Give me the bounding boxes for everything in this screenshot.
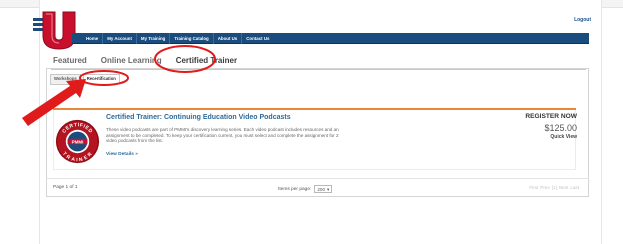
items-per-page-label: Items per page: (278, 186, 312, 192)
subtab-recertification[interactable]: Recertification (82, 74, 120, 85)
quick-view-link[interactable]: Quick View (550, 134, 577, 140)
main-navbar: Home My Account My Training Training Cat… (72, 33, 589, 44)
subtab-workshops[interactable]: Workshops (50, 74, 81, 85)
main-tabs: Featured Online Learning Certified Train… (53, 56, 237, 65)
items-per-page-value: 200 (317, 186, 326, 192)
register-now-button[interactable]: REGISTER NOW (525, 113, 577, 120)
tab-featured[interactable]: Featured (53, 56, 87, 65)
site-logo[interactable] (33, 10, 77, 50)
page-next-link[interactable]: Next (559, 185, 568, 190)
page-prev-link[interactable]: Prev (540, 185, 549, 190)
course-item-accent-bar (53, 108, 576, 110)
nav-my-account[interactable]: My Account (103, 33, 137, 44)
nav-training-catalog[interactable]: Training Catalog (170, 33, 214, 44)
tab-online-learning[interactable]: Online Learning (101, 56, 162, 65)
certified-trainer-badge: PMMI CERTIFIED TRAINER (55, 119, 100, 163)
tab-certified-trainer[interactable]: Certified Trainer (176, 56, 237, 65)
logout-link[interactable]: Logout (574, 17, 591, 23)
chevron-down-icon: ▾ (327, 186, 330, 192)
course-title[interactable]: Certified Trainer: Continuing Education … (106, 114, 291, 121)
view-details-link[interactable]: View Details » (106, 152, 138, 157)
nav-about-us[interactable]: About Us (214, 33, 243, 44)
nav-my-training[interactable]: My Training (137, 33, 171, 44)
course-price: $125.00 (544, 123, 577, 133)
nav-home[interactable]: Home (82, 33, 104, 44)
items-per-page-select[interactable]: 200 ▾ (314, 185, 333, 193)
tabs-divider (51, 69, 586, 70)
page-first-link[interactable]: First (529, 185, 538, 190)
nav-contact-us[interactable]: Contact Us (242, 33, 273, 44)
page-info: Page 1 of 1 (53, 185, 78, 190)
badge-center-text: PMMI (72, 139, 84, 144)
pager-divider (46, 178, 589, 179)
page-navigation: First Prev [1] Next Last (529, 185, 579, 190)
sub-tabs: Workshops Recertification (50, 74, 120, 85)
page-current: [1] (551, 185, 557, 190)
course-description: These video podcasts are part of PMMI's … (106, 127, 339, 144)
items-per-page: Items per page: 200 ▾ (278, 185, 333, 193)
page-last-link[interactable]: Last (570, 185, 579, 190)
